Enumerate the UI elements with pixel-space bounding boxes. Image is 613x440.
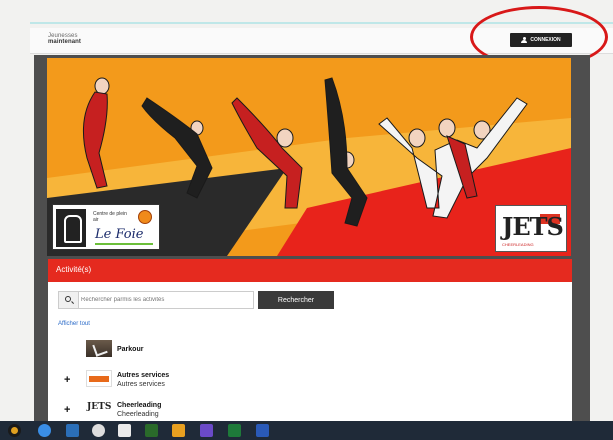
taskbar — [0, 421, 613, 440]
activity-item-cheerleading[interactable]: + Cheerleading Cheerleading — [64, 400, 364, 420]
activities-panel: Rechercher Afficher tout Parkour + Autre… — [48, 282, 572, 421]
activity-name: Autres services — [117, 372, 170, 379]
explorer-icon[interactable] — [66, 424, 79, 437]
settings-icon[interactable] — [92, 424, 105, 437]
jets-name: JETS — [502, 212, 564, 241]
expand-plus-icon[interactable]: + — [64, 375, 70, 386]
activities-title: Activité(s) — [56, 265, 92, 274]
files-icon[interactable] — [172, 424, 185, 437]
partner-logo-icon — [56, 209, 86, 247]
excel-icon[interactable] — [228, 424, 241, 437]
start-icon[interactable] — [8, 424, 21, 437]
activities-header: Activité(s) — [48, 259, 572, 282]
logo-stripe — [95, 243, 153, 245]
search-icon[interactable] — [59, 292, 79, 308]
activity-name: Parkour — [117, 346, 144, 353]
cheerleading-thumbnail — [86, 400, 112, 417]
parkour-thumbnail — [86, 340, 112, 357]
activity-subtitle: Autres services — [117, 381, 165, 388]
centre-le-foie-logo: Centre de plein air Le Foie — [52, 204, 160, 250]
site-logo[interactable]: Jeunesses maintenant — [48, 33, 81, 45]
autres-services-thumbnail — [86, 370, 112, 387]
app2-icon[interactable] — [200, 424, 213, 437]
app-icon[interactable] — [118, 424, 131, 437]
logo-line-2: maintenant — [48, 39, 82, 45]
screen: Jeunesses maintenant CONNEXION Centre de… — [0, 0, 613, 440]
basketball-icon — [138, 210, 152, 224]
jets-subtitle: CHEERLEADING — [502, 242, 534, 247]
centre-label: Centre de plein air — [93, 211, 127, 223]
centre-label-line-2: air — [93, 217, 99, 223]
ie-icon[interactable] — [38, 424, 51, 437]
activity-name: Cheerleading — [117, 402, 162, 409]
activity-item-autres-services[interactable]: + Autres services Autres services — [64, 370, 364, 390]
activity-subtitle: Cheerleading — [117, 411, 159, 418]
winamp-icon[interactable] — [145, 424, 158, 437]
word-icon[interactable] — [256, 424, 269, 437]
show-all-link[interactable]: Afficher tout — [58, 321, 90, 327]
centre-name: Le Foie — [95, 227, 144, 242]
activity-item-parkour[interactable]: Parkour — [64, 340, 364, 360]
search-input[interactable] — [81, 294, 251, 306]
expand-plus-icon[interactable]: + — [64, 405, 70, 416]
jets-logo: JETS CHEERLEADING — [495, 205, 567, 252]
search-button[interactable]: Rechercher — [258, 291, 334, 309]
search-box — [58, 291, 254, 309]
